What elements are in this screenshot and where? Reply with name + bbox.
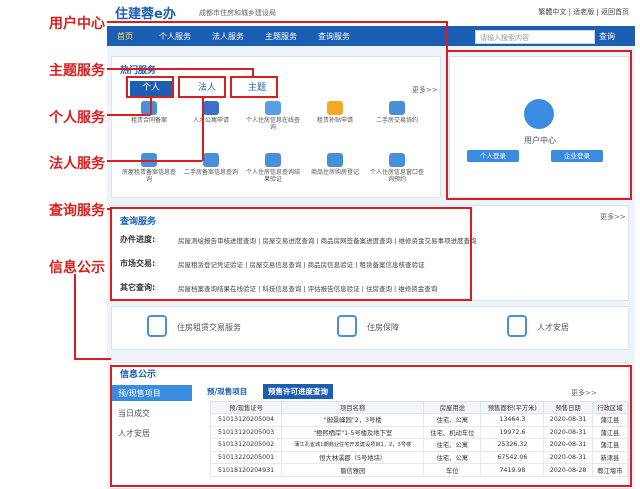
quick-rental-trade[interactable]: 住房租赁交易服务 xyxy=(147,307,267,347)
house-icon xyxy=(389,101,405,115)
legal-tab-highlight xyxy=(178,76,226,98)
personal-tab-highlight xyxy=(126,76,174,98)
person-icon xyxy=(507,315,527,337)
site-subtitle: 成都市住房和城乡建设局 xyxy=(199,9,276,17)
house-icon xyxy=(327,101,343,115)
connector-user-center-drop xyxy=(446,21,448,51)
connector-theme xyxy=(107,68,252,70)
connector-theme-drop xyxy=(252,68,254,77)
service-second-hand-query[interactable]: 二手房备案信息查询 xyxy=(184,153,238,176)
building-icon xyxy=(147,315,167,337)
main-nav: 首页 个人服务 法人服务 主题服务 查询服务 请输入搜索内容 查询 xyxy=(107,26,635,46)
hot-more-link[interactable]: 更多>> xyxy=(412,85,438,95)
theme-tab-highlight xyxy=(230,76,278,98)
connector-legal-rise xyxy=(202,97,204,161)
service-talent-apartment[interactable]: 人才公寓申请 xyxy=(184,101,238,124)
nav-legal[interactable]: 法人服务 xyxy=(212,31,244,42)
building-icon xyxy=(327,153,343,167)
top-links[interactable]: 繁體中文 | 适老版 | 返回首页 xyxy=(538,7,629,17)
service-purchase-register[interactable]: 商品住房购房登记 xyxy=(308,153,362,176)
site-logo[interactable]: 住建蓉e办 xyxy=(115,3,176,22)
connector-personal xyxy=(107,114,150,116)
connector-user-center xyxy=(107,21,447,23)
service-rental-contract[interactable]: 租赁合同备案 xyxy=(122,101,176,124)
user-center-highlight xyxy=(446,50,632,200)
document-icon xyxy=(141,101,157,115)
nav-home[interactable]: 首页 xyxy=(117,31,133,42)
document-icon xyxy=(265,101,281,115)
graduation-cap-icon xyxy=(203,101,219,115)
callout-theme-service: 主题服务 xyxy=(49,63,105,79)
document-icon xyxy=(265,153,281,167)
connector-personal-rise xyxy=(150,97,152,115)
callout-personal-service: 个人服务 xyxy=(49,110,105,126)
query-more-link[interactable]: 更多>> xyxy=(600,212,626,222)
connector-legal xyxy=(107,160,202,162)
quick-talent-housing[interactable]: 人才安居 xyxy=(507,307,627,347)
service-rental-record-query[interactable]: 房屋租赁备案信息查询 xyxy=(122,153,176,183)
callout-user-center: 用户中心 xyxy=(49,16,105,32)
service-second-hand[interactable]: 二手房交易协约 xyxy=(370,101,424,124)
nav-personal[interactable]: 个人服务 xyxy=(159,31,191,42)
service-housing-info[interactable]: 个人住房信息在线查询 xyxy=(246,101,300,131)
document-icon xyxy=(203,153,219,167)
info-public-highlight xyxy=(110,365,632,487)
service-result-verify[interactable]: 个人住房信息查询结果验证 xyxy=(246,153,300,183)
house-icon xyxy=(389,153,405,167)
service-rental-subsidy[interactable]: 租赁补贴申请 xyxy=(308,101,362,124)
connector-info-right xyxy=(74,358,111,360)
callout-info-public: 信息公示 xyxy=(49,260,105,276)
search-input[interactable]: 请输入搜索内容 xyxy=(475,30,595,44)
search-button[interactable]: 查询 xyxy=(599,31,615,42)
nav-query[interactable]: 查询服务 xyxy=(318,31,350,42)
connector-query xyxy=(107,208,111,210)
quick-housing-security[interactable]: 住房保障 xyxy=(337,307,457,347)
callout-legal-service: 法人服务 xyxy=(49,156,105,172)
callout-query-service: 查询服务 xyxy=(49,203,105,219)
query-service-highlight xyxy=(110,207,472,301)
service-window-appointment[interactable]: 个人住房信息窗口查询预约 xyxy=(370,153,424,183)
nav-theme[interactable]: 主题服务 xyxy=(265,31,297,42)
connector-info-down xyxy=(74,274,76,359)
heart-shield-icon xyxy=(337,315,357,337)
